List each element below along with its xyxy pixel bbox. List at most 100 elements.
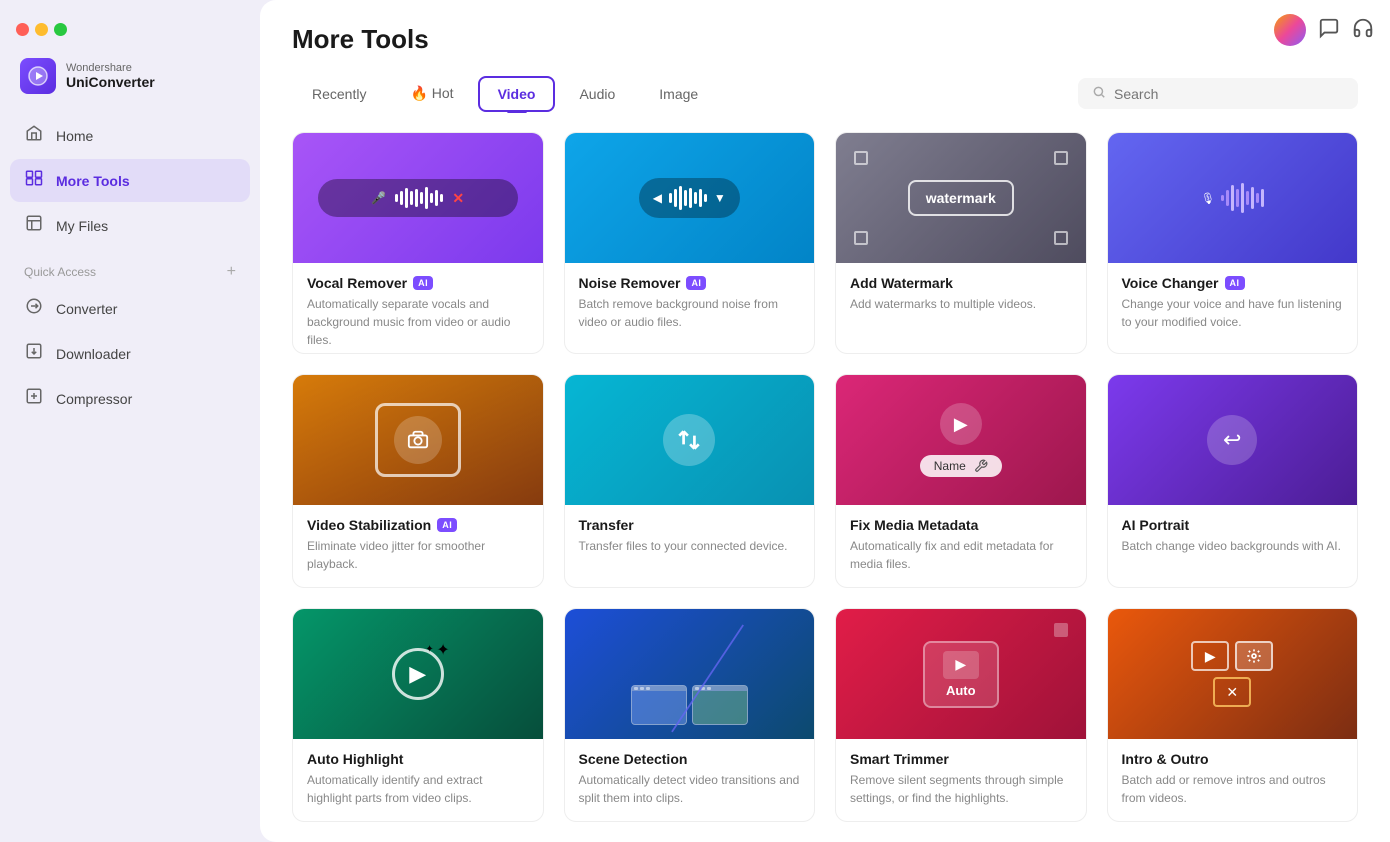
sidebar-item-downloader[interactable]: Downloader — [10, 332, 250, 375]
sidebar-item-converter[interactable]: Converter — [10, 287, 250, 330]
tool-thumbnail — [293, 375, 543, 505]
tool-thumbnail — [565, 609, 815, 739]
ai-badge: AI — [413, 276, 433, 290]
compressor-icon — [24, 387, 44, 410]
user-avatar[interactable] — [1274, 14, 1306, 46]
ai-badge: AI — [1225, 276, 1245, 290]
tool-info: Add Watermark Add watermarks to multiple… — [836, 263, 1086, 327]
tool-name: Transfer — [579, 517, 801, 533]
sidebar: Wondershare UniConverter Home — [0, 0, 260, 842]
tool-desc: Automatically detect video transitions a… — [579, 771, 801, 807]
ai-badge: AI — [686, 276, 706, 290]
sidebar-item-label: Downloader — [56, 346, 131, 362]
tools-grid: 🎤 ✕ Vocal Remover AI Automatically separ… — [260, 112, 1390, 842]
tool-thumbnail: 🎙 — [1108, 133, 1358, 263]
tool-thumbnail: 🎤 ✕ — [293, 133, 543, 263]
sidebar-item-more-tools[interactable]: More Tools — [10, 159, 250, 202]
tool-name: Vocal Remover AI — [307, 275, 529, 291]
search-input[interactable] — [1114, 86, 1344, 102]
tab-image[interactable]: Image — [639, 76, 718, 112]
tool-info: Video Stabilization AI Eliminate video j… — [293, 505, 543, 587]
app-logo: Wondershare UniConverter — [0, 44, 260, 114]
logo-text: Wondershare UniConverter — [66, 62, 155, 90]
tool-desc: Batch add or remove intros and outros fr… — [1122, 771, 1344, 807]
logo-icon — [20, 58, 56, 94]
tool-info: AI Portrait Batch change video backgroun… — [1108, 505, 1358, 569]
tool-card-video-stabilization[interactable]: Video Stabilization AI Eliminate video j… — [292, 374, 544, 588]
sidebar-item-compressor[interactable]: Compressor — [10, 377, 250, 420]
tool-thumbnail: watermark — [836, 133, 1086, 263]
add-quick-access-button[interactable]: + — [227, 263, 236, 281]
tool-thumbnail: ↩ — [1108, 375, 1358, 505]
sidebar-navigation: Home More Tools My Files — [0, 114, 260, 842]
tool-thumbnail: ▶ Name — [836, 375, 1086, 505]
sidebar-item-label: More Tools — [56, 173, 130, 189]
minimize-button[interactable] — [35, 23, 48, 36]
page-title: More Tools — [292, 24, 1358, 55]
tool-name: Scene Detection — [579, 751, 801, 767]
window-controls — [0, 0, 260, 44]
tool-thumbnail: ▶ ✦ ✦ — [293, 609, 543, 739]
tool-name: Voice Changer AI — [1122, 275, 1344, 291]
maximize-button[interactable] — [54, 23, 67, 36]
tool-desc: Add watermarks to multiple videos. — [850, 295, 1072, 313]
tool-info: Scene Detection Automatically detect vid… — [565, 739, 815, 821]
tool-name: Smart Trimmer — [850, 751, 1072, 767]
tool-card-ai-portrait[interactable]: ↩ AI Portrait Batch change video backgro… — [1107, 374, 1359, 588]
tool-info: Intro & Outro Batch add or remove intros… — [1108, 739, 1358, 821]
main-header: More Tools Recently 🔥 Hot Video Audio Im… — [260, 0, 1390, 112]
tool-card-fix-media-metadata[interactable]: ▶ Name Fix Media Metadata Automatically … — [835, 374, 1087, 588]
tool-desc: Batch change video backgrounds with AI. — [1122, 537, 1344, 555]
tool-info: Transfer Transfer files to your connecte… — [565, 505, 815, 569]
sidebar-item-label: Converter — [56, 301, 117, 317]
tool-info: Smart Trimmer Remove silent segments thr… — [836, 739, 1086, 821]
sidebar-item-label: Home — [56, 128, 93, 144]
search-box[interactable] — [1078, 78, 1358, 109]
tool-thumbnail — [565, 375, 815, 505]
home-icon — [24, 124, 44, 147]
tool-name: Video Stabilization AI — [307, 517, 529, 533]
tool-card-scene-detection[interactable]: Scene Detection Automatically detect vid… — [564, 608, 816, 822]
tool-card-smart-trimmer[interactable]: ▶ Auto Smart Trimmer Remove silent segme… — [835, 608, 1087, 822]
tab-hot[interactable]: 🔥 Hot — [390, 75, 473, 112]
tool-name: AI Portrait — [1122, 517, 1344, 533]
sidebar-item-home[interactable]: Home — [10, 114, 250, 157]
tool-info: Vocal Remover AI Automatically separate … — [293, 263, 543, 354]
tool-name: Fix Media Metadata — [850, 517, 1072, 533]
headphone-icon[interactable] — [1352, 17, 1374, 44]
tools-icon — [24, 169, 44, 192]
tool-name: Add Watermark — [850, 275, 1072, 291]
tool-card-add-watermark[interactable]: watermark Add Watermark Add watermarks t… — [835, 132, 1087, 354]
tool-info: Fix Media Metadata Automatically fix and… — [836, 505, 1086, 587]
close-button[interactable] — [16, 23, 29, 36]
tool-desc: Eliminate video jitter for smoother play… — [307, 537, 529, 573]
converter-icon — [24, 297, 44, 320]
tool-card-auto-highlight[interactable]: ▶ ✦ ✦ Auto Highlight Automatically ident… — [292, 608, 544, 822]
tool-thumbnail: ▶ ✕ — [1108, 609, 1358, 739]
tool-info: Voice Changer AI Change your voice and h… — [1108, 263, 1358, 345]
tab-video[interactable]: Video — [478, 76, 556, 112]
sidebar-item-my-files[interactable]: My Files — [10, 204, 250, 247]
tool-card-noise-remover[interactable]: ◀ ▼ Noise Remover AI Batch remove backgr… — [564, 132, 816, 354]
message-icon[interactable] — [1318, 17, 1340, 44]
tool-info: Noise Remover AI Batch remove background… — [565, 263, 815, 345]
tool-name: Intro & Outro — [1122, 751, 1344, 767]
tool-desc: Automatically separate vocals and backgr… — [307, 295, 529, 349]
tool-thumbnail: ▶ Auto — [836, 609, 1086, 739]
tool-name: Noise Remover AI — [579, 275, 801, 291]
tool-desc: Automatically identify and extract highl… — [307, 771, 529, 807]
sidebar-item-label: My Files — [56, 218, 108, 234]
tool-card-intro-outro[interactable]: ▶ ✕ Intro & Outro Batch add or remove in… — [1107, 608, 1359, 822]
tool-desc: Automatically fix and edit metadata for … — [850, 537, 1072, 573]
tab-recently[interactable]: Recently — [292, 76, 386, 112]
tool-card-voice-changer[interactable]: 🎙 Voice Changer AI Change your voice and… — [1107, 132, 1359, 354]
tool-desc: Change your voice and have fun listening… — [1122, 295, 1344, 331]
tool-card-vocal-remover[interactable]: 🎤 ✕ Vocal Remover AI Automatically separ… — [292, 132, 544, 354]
sidebar-item-label: Compressor — [56, 391, 132, 407]
quick-access-section: Quick Access + — [10, 249, 250, 287]
ai-badge: AI — [437, 518, 457, 532]
tool-desc: Remove silent segments through simple se… — [850, 771, 1072, 807]
tool-card-transfer[interactable]: Transfer Transfer files to your connecte… — [564, 374, 816, 588]
tab-audio[interactable]: Audio — [559, 76, 635, 112]
tool-thumbnail: ◀ ▼ — [565, 133, 815, 263]
